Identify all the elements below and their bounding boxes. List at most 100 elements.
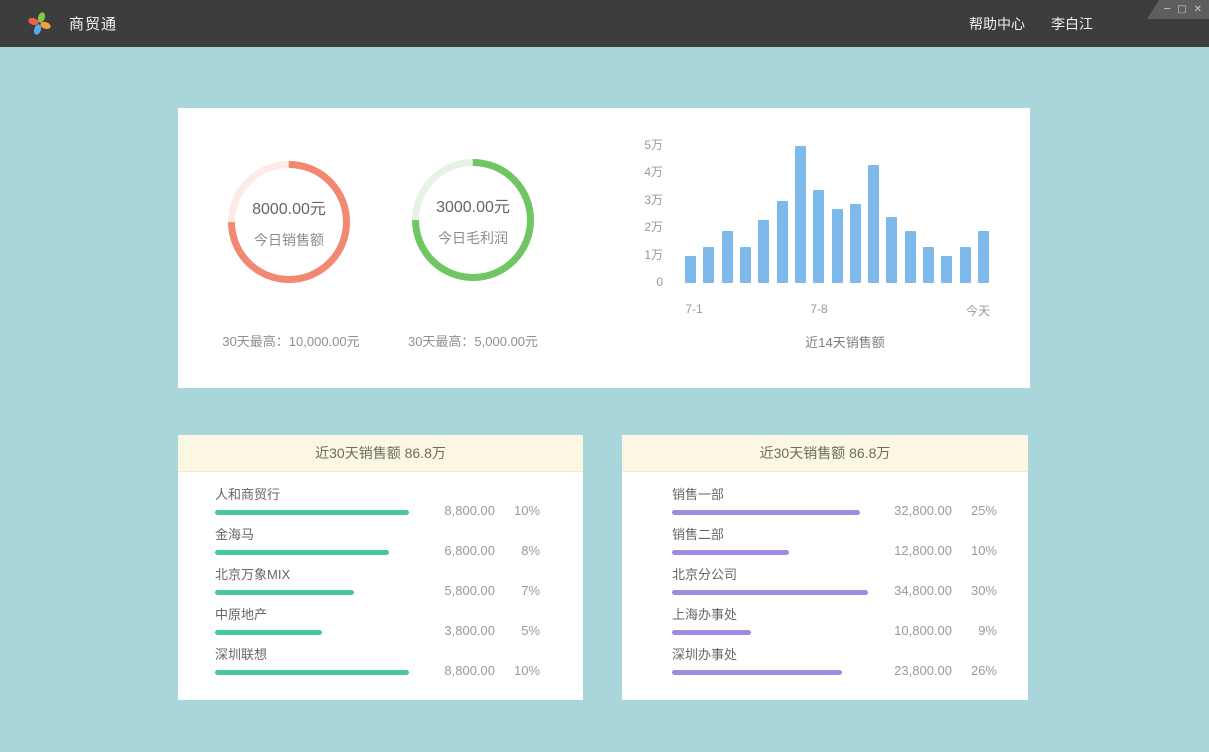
rank-bar xyxy=(215,630,322,635)
profit-30day-max: 30天最高：5,000.00元 xyxy=(408,331,538,350)
rank-row-main: 销售一部 xyxy=(672,487,872,515)
rank-bar xyxy=(672,670,842,675)
rank-row-name: 深圳办事处 xyxy=(672,647,872,662)
x-tick-middle: 7-8 xyxy=(810,302,827,316)
user-name-menu[interactable]: 李白江 xyxy=(1051,14,1093,34)
rank-row-stats: 32,800.0025% xyxy=(872,490,1035,518)
y-tick-label: 2万 xyxy=(603,220,663,234)
sales-bar xyxy=(758,220,769,283)
sales-bar xyxy=(905,231,916,283)
rank-row-main: 深圳联想 xyxy=(215,647,415,675)
rank-row-name: 深圳联想 xyxy=(215,647,415,662)
rank-row-value: 5,800.00 xyxy=(415,583,495,598)
rank-row-percent: 10% xyxy=(952,543,997,558)
rank-bar xyxy=(672,550,789,555)
x-tick-first: 7-1 xyxy=(685,302,702,316)
rank-row-percent: 30% xyxy=(952,583,997,598)
rank-row-percent: 26% xyxy=(952,663,997,678)
department-rank-title: 近30天销售额 86.8万 xyxy=(622,435,1028,472)
rank-row-percent: 10% xyxy=(495,503,540,518)
rank-row-value: 12,800.00 xyxy=(872,543,952,558)
rank-row-value: 23,800.00 xyxy=(872,663,952,678)
sales-bar xyxy=(850,204,861,283)
rank-bar xyxy=(672,510,860,515)
customer-rank-list: 人和商贸行8,800.0010%金海马6,800.008%北京万象MIX5,80… xyxy=(178,472,583,675)
rank-row-percent: 8% xyxy=(495,543,540,558)
sales-bar-chart xyxy=(685,145,989,283)
rank-row-value: 34,800.00 xyxy=(872,583,952,598)
chart-y-axis: 5万4万3万2万1万0 xyxy=(603,138,663,298)
rank-row-percent: 5% xyxy=(495,623,540,638)
sales-bar xyxy=(886,217,897,283)
today-profit-value: 3000.00元 xyxy=(436,193,510,217)
sales-bar xyxy=(941,256,952,283)
rank-row-percent: 7% xyxy=(495,583,540,598)
sales-30day-max: 30天最高：10,000.00元 xyxy=(222,331,359,350)
maximize-icon[interactable]: □ xyxy=(1177,5,1186,15)
rank-bar xyxy=(215,550,389,555)
rank-row-stats: 8,800.0010% xyxy=(415,650,593,678)
department-rank-card: 近30天销售额 86.8万 销售一部32,800.0025% 销售二部12,800… xyxy=(622,435,1028,700)
rank-bar xyxy=(215,670,409,675)
rank-bar-track xyxy=(215,510,413,515)
rank-bar-track xyxy=(215,550,413,555)
today-sales-label: 今日销售额 xyxy=(254,230,324,250)
rank-bar-track xyxy=(672,670,870,675)
rank-row-name: 销售二部 xyxy=(672,527,872,542)
rank-row-name: 人和商贸行 xyxy=(215,487,415,502)
rank-row-stats: 23,800.0026% xyxy=(872,650,1035,678)
rank-row: 销售一部32,800.0025% xyxy=(672,487,1028,515)
help-center-link[interactable]: 帮助中心 xyxy=(969,14,1025,34)
gauge-center-text: 3000.00元 今日毛利润 xyxy=(411,158,535,282)
close-icon[interactable]: ✕ xyxy=(1194,5,1202,15)
rank-row: 上海办事处10,800.009% xyxy=(672,607,1028,635)
minimize-icon[interactable]: ─ xyxy=(1164,5,1170,15)
rank-row: 人和商贸行8,800.0010% xyxy=(215,487,583,515)
rank-row-stats: 10,800.009% xyxy=(872,610,1035,638)
sales-bar xyxy=(722,231,733,283)
sales-bar xyxy=(685,256,696,283)
sales-bar xyxy=(978,231,989,283)
rank-bar-track xyxy=(672,630,870,635)
sales-bar xyxy=(868,165,879,283)
rank-bar xyxy=(672,590,868,595)
rank-bar xyxy=(672,630,751,635)
sales-bar xyxy=(832,209,843,283)
rank-row: 深圳办事处23,800.0026% xyxy=(672,647,1028,675)
rank-row-main: 销售二部 xyxy=(672,527,872,555)
rank-row-value: 8,800.00 xyxy=(415,503,495,518)
rank-bar-track xyxy=(215,630,413,635)
rank-row-main: 深圳办事处 xyxy=(672,647,872,675)
rank-bar xyxy=(215,590,354,595)
rank-row-main: 北京万象MIX xyxy=(215,567,415,595)
rank-row-stats: 12,800.0010% xyxy=(872,530,1035,558)
gauge-center-text: 8000.00元 今日销售额 xyxy=(227,160,351,284)
rank-row-stats: 3,800.005% xyxy=(415,610,593,638)
sales-bar xyxy=(740,247,751,283)
rank-row-percent: 9% xyxy=(952,623,997,638)
customer-rank-title: 近30天销售额 86.8万 xyxy=(178,435,583,472)
rank-row-main: 北京分公司 xyxy=(672,567,872,595)
rank-row-stats: 5,800.007% xyxy=(415,570,593,598)
rank-row: 北京万象MIX5,800.007% xyxy=(215,567,583,595)
summary-card: 8000.00元 今日销售额 30天最高：10,000.00元 3000.00元… xyxy=(178,108,1030,388)
rank-row-value: 8,800.00 xyxy=(415,663,495,678)
titlebar: 商贸通 帮助中心 李白江 ─ □ ✕ xyxy=(0,0,1209,47)
rank-row: 深圳联想8,800.0010% xyxy=(215,647,583,675)
app-title: 商贸通 xyxy=(69,13,117,34)
rank-row-stats: 8,800.0010% xyxy=(415,490,593,518)
rank-row-value: 10,800.00 xyxy=(872,623,952,638)
y-tick-label: 5万 xyxy=(603,138,663,152)
today-profit-gauge: 3000.00元 今日毛利润 xyxy=(411,158,535,282)
rank-row-main: 上海办事处 xyxy=(672,607,872,635)
rank-row-percent: 10% xyxy=(495,663,540,678)
rank-row-value: 3,800.00 xyxy=(415,623,495,638)
rank-row: 金海马6,800.008% xyxy=(215,527,583,555)
rank-row-main: 中原地产 xyxy=(215,607,415,635)
sales-bar xyxy=(777,201,788,283)
rank-row-name: 北京万象MIX xyxy=(215,567,415,582)
rank-row-name: 北京分公司 xyxy=(672,567,872,582)
today-profit-label: 今日毛利润 xyxy=(438,228,508,248)
window-controls: ─ □ ✕ xyxy=(1147,0,1209,19)
rank-row-name: 销售一部 xyxy=(672,487,872,502)
